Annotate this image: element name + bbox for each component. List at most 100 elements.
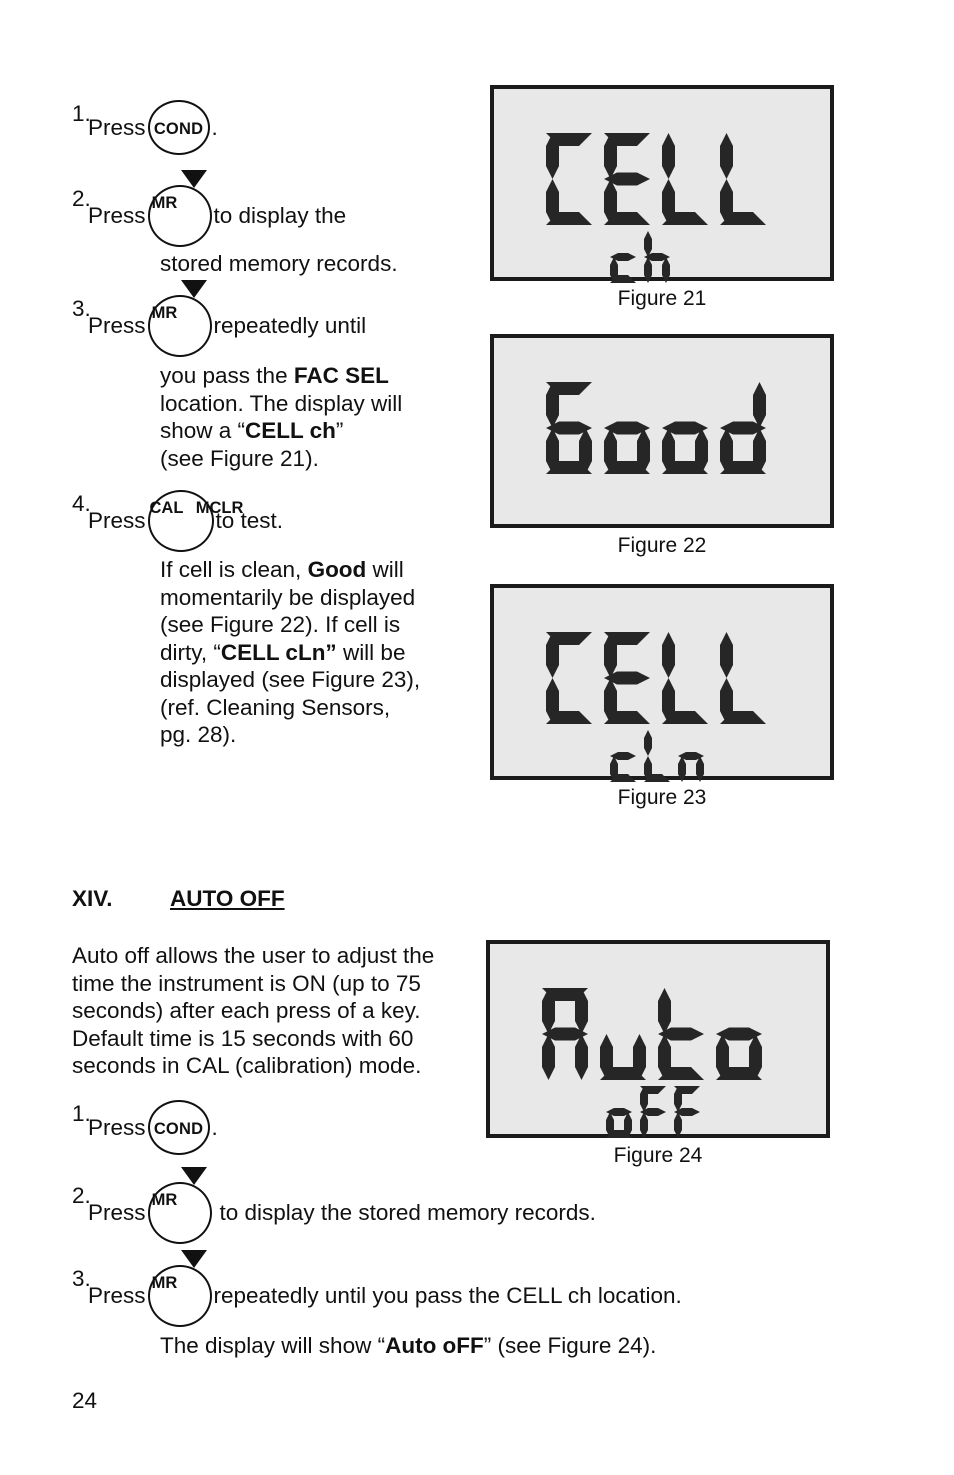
lcd-character	[604, 382, 650, 474]
mr-key-circle[interactable]: MR	[147, 1167, 212, 1244]
mr-key-button[interactable]: MR	[147, 170, 212, 247]
step-number: 2.	[72, 186, 91, 211]
step-3-continuation: you pass the FAC SEL location. The displ…	[160, 362, 480, 472]
step-text: Press MR to display the	[88, 170, 347, 247]
figure-caption: Figure 22	[617, 534, 707, 557]
lcd-character	[604, 632, 650, 724]
lcd-main-line	[546, 632, 766, 724]
lcd-character	[600, 988, 646, 1080]
paragraph-line: seconds) after each press of a key.	[72, 998, 421, 1023]
section-numeral: XIV.	[72, 886, 113, 911]
lcd-display-panel	[490, 85, 834, 283]
auto-step-2: 2. Press MR to display the stored memory…	[0, 1167, 596, 1244]
cont-text: you pass the	[160, 363, 294, 388]
lcd-display-panel	[490, 334, 834, 528]
mr-key-button[interactable]: MR	[147, 1167, 212, 1244]
press-word: Press	[88, 114, 146, 140]
cont-text: dirty, “	[160, 639, 221, 665]
lcd-character	[678, 730, 704, 782]
lcd-main-line	[542, 988, 762, 1080]
cal-mclr-key-button[interactable]: CAL MCLR	[147, 490, 243, 552]
cont-line: show a “CELL ch”	[160, 417, 480, 445]
cont-bold: FAC SEL	[293, 363, 389, 388]
step-text: Press MR repeatedly until you pass the C…	[88, 1250, 682, 1327]
mr-key-circle[interactable]: MR	[147, 1250, 212, 1327]
cont-bold: CELL cLn”	[220, 639, 337, 665]
step-number: 3.	[72, 296, 91, 321]
page-number: 24	[72, 1388, 98, 1413]
step-text: Press CAL MCLR to test.	[88, 490, 283, 552]
lcd-sub-line	[610, 231, 670, 283]
paragraph-line: Default time is 15 seconds with 60	[72, 1025, 414, 1051]
step-4-continuation: If cell is clean, Good will momentarily …	[160, 556, 490, 749]
cont-text: displayed (see Figure 23),	[160, 667, 421, 692]
cal-mclr-key-circle[interactable]: CAL MCLR	[147, 490, 243, 552]
lcd-display-panel	[490, 584, 834, 782]
step-3: 3. Press MR repeatedly until	[0, 280, 367, 357]
cal-key-label: CAL	[149, 499, 184, 517]
figure-22: Figure 22	[490, 334, 834, 564]
step-number: 1.	[72, 101, 91, 126]
step-number: 4.	[72, 491, 91, 516]
press-word: Press	[88, 203, 146, 229]
cont-text: momentarily be displayed	[160, 584, 416, 610]
cont-bold: CELL ch	[245, 418, 336, 443]
step-suffix: .	[211, 1114, 218, 1140]
lcd-character	[674, 1086, 700, 1138]
cont-text: will	[366, 557, 404, 582]
lcd-character	[662, 382, 708, 474]
lcd-character	[658, 988, 704, 1080]
cont-text: (see Figure 22). If cell is	[160, 612, 401, 637]
lcd-character	[720, 133, 766, 225]
manual-page: 1. Press COND . 2. Press MR to display t…	[0, 0, 954, 1475]
step-text: Press COND .	[88, 1100, 218, 1155]
cond-key-label: COND	[153, 1120, 204, 1138]
press-word: Press	[88, 1283, 146, 1309]
lcd-character	[720, 632, 766, 724]
cond-key-circle[interactable]: COND	[147, 100, 210, 155]
cond-key-button[interactable]: COND	[147, 1100, 210, 1155]
lcd-character	[640, 1086, 666, 1138]
step-suffix: repeatedly until	[213, 313, 367, 339]
auto-off-paragraph: Auto off allows the user to adjust the t…	[72, 942, 472, 1080]
closing-bold: Auto oFF	[385, 1333, 484, 1358]
cont-line: dirty, “CELL cLn” will be	[160, 639, 490, 667]
lcd-character	[604, 133, 650, 225]
mr-key-button[interactable]: MR	[147, 1250, 212, 1327]
mr-key-label: MR	[151, 1274, 178, 1292]
cont-line: (ref. Cleaning Sensors,	[160, 694, 490, 722]
cont-line: pg. 28).	[160, 721, 490, 749]
mr-key-label: MR	[151, 304, 178, 322]
lcd-main-line	[546, 382, 766, 474]
lcd-character	[662, 632, 708, 724]
lcd-character	[644, 730, 670, 782]
cont-line: displayed (see Figure 23),	[160, 666, 490, 694]
step-number: 1.	[72, 1101, 91, 1126]
lcd-character	[606, 1086, 632, 1138]
down-triangle-icon	[181, 1250, 208, 1293]
step-4: 4. Press CAL MCLR to test.	[0, 490, 283, 552]
cont-text: pg. 28).	[160, 722, 237, 747]
cont-text: (see Figure 21).	[160, 445, 319, 471]
lcd-character	[542, 988, 588, 1080]
step-text: Press MR repeatedly until	[88, 280, 367, 357]
section-title: AUTO OFF	[170, 886, 285, 911]
cont-line: (see Figure 21).	[160, 445, 480, 473]
mr-key-button[interactable]: MR	[147, 280, 212, 357]
paragraph-line: Auto off allows the user to adjust the	[72, 943, 435, 968]
lcd-character	[546, 632, 592, 724]
lcd-sub-line	[606, 1086, 700, 1138]
mr-key-circle[interactable]: MR	[147, 280, 212, 357]
cont-line: (see Figure 22). If cell is	[160, 611, 490, 639]
cond-key-circle[interactable]: COND	[147, 1100, 210, 1155]
cont-line: location. The display will	[160, 390, 480, 418]
step-suffix: to display the	[213, 203, 347, 229]
lcd-screen	[494, 588, 830, 782]
step-number: 3.	[72, 1266, 91, 1291]
step-text: Press COND .	[88, 100, 218, 155]
mr-key-circle[interactable]: MR	[147, 170, 212, 247]
cond-key-label: COND	[153, 120, 204, 138]
cont-text: ”	[335, 418, 344, 443]
cond-key-button[interactable]: COND	[147, 100, 210, 155]
mclr-key-label: MCLR	[195, 499, 244, 517]
